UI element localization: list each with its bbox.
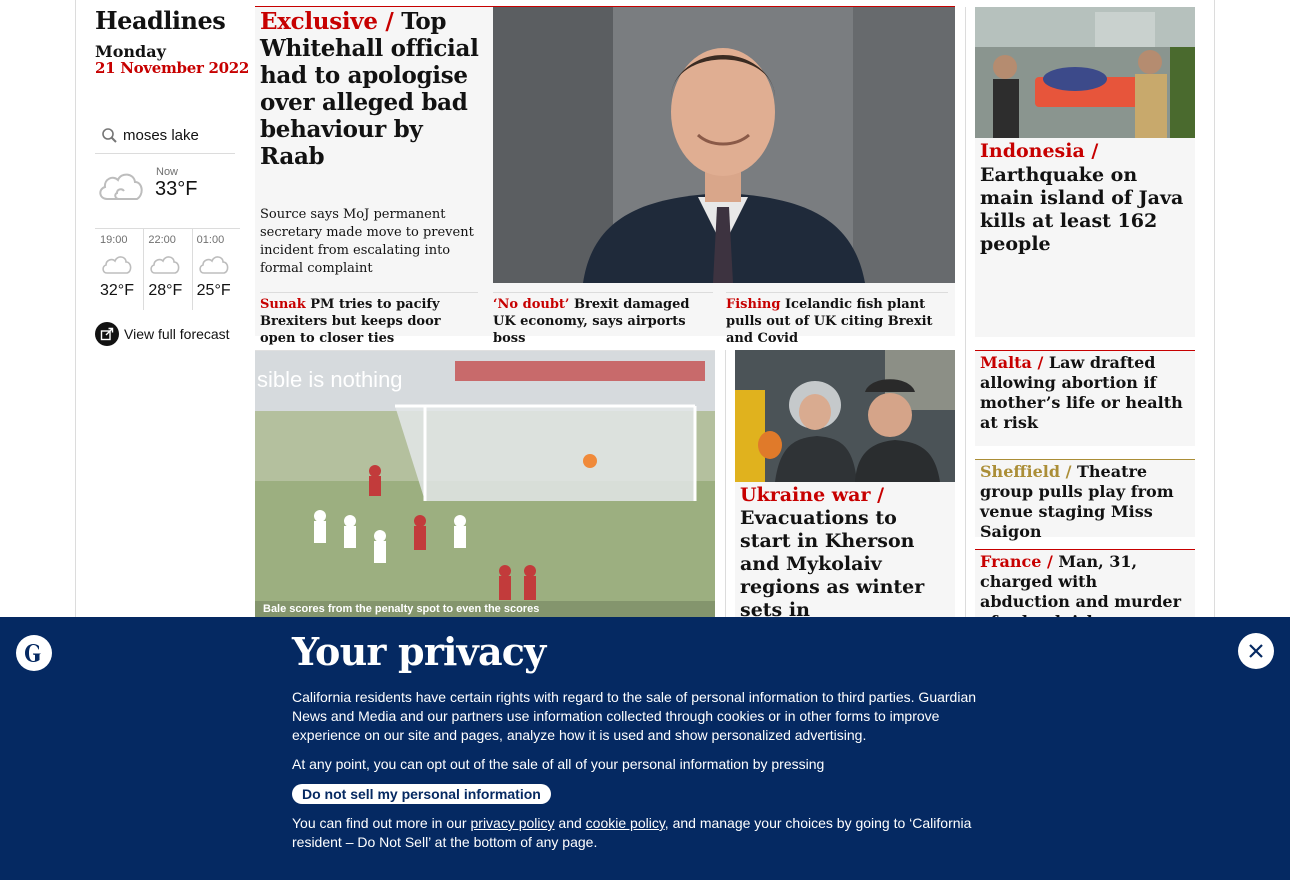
side-story-kicker: Sheffield / [980, 462, 1072, 481]
column-divider [965, 7, 966, 620]
privacy-paragraph: California residents have certain rights… [292, 689, 977, 743]
view-full-forecast-link[interactable]: View full forecast [95, 322, 230, 346]
indonesia-kicker: Indonesia / [980, 140, 1099, 162]
sublink[interactable]: ‘No doubt’ Brexit damaged UK economy, sa… [493, 292, 713, 347]
privacy-text: and [558, 815, 582, 831]
privacy-paragraph: You can find out more in our privacy pol… [292, 814, 992, 852]
column-divider [725, 350, 726, 620]
main-story-kicker: Exclusive / [260, 8, 394, 35]
privacy-body: California residents have certain rights… [292, 688, 992, 862]
side-story-malta[interactable]: Malta / Law drafted allowing abortion if… [975, 350, 1195, 446]
main-story-headline[interactable]: Exclusive / Top Whitehall official had t… [260, 8, 490, 170]
privacy-text: You can find out more in our [292, 815, 467, 831]
ukraine-headline[interactable]: Evacuations to start in Kherson and Myko… [740, 507, 952, 622]
side-story-sheffield[interactable]: Sheffield / Theatre group pulls play fro… [975, 459, 1195, 541]
close-button[interactable] [1238, 633, 1274, 669]
privacy-paragraph: At any point, you can opt out of the sal… [292, 756, 825, 772]
close-icon [1249, 644, 1263, 658]
sublink[interactable]: Sunak PM tries to pacify Brexiters but k… [260, 292, 478, 347]
guardian-logo-icon [16, 635, 52, 671]
forecast-temp: 25°F [196, 282, 231, 299]
forecast-slot: 19:00 32°F [95, 229, 143, 310]
privacy-policy-link[interactable]: privacy policy [471, 815, 555, 831]
view-full-forecast-label: View full forecast [124, 326, 230, 342]
indonesia-story-image[interactable] [975, 7, 1195, 138]
location-input[interactable] [123, 127, 233, 144]
sublink-kicker: ‘No doubt’ [493, 297, 570, 312]
privacy-title: Your privacy [292, 629, 546, 674]
forecast-time: 22:00 [148, 234, 176, 246]
side-story-kicker: Malta / [980, 353, 1044, 372]
indonesia-headline[interactable]: Earthquake on main island of Java kills … [980, 164, 1190, 256]
hourly-forecast: 19:00 32°F 22:00 28°F 01:00 25°F [95, 228, 240, 310]
ukraine-story-image[interactable] [735, 350, 955, 482]
search-icon [100, 126, 120, 146]
forecast-slot: 22:00 28°F [143, 229, 191, 310]
cookie-policy-link[interactable]: cookie policy [586, 815, 665, 831]
now-temperature: 33°F [155, 178, 198, 200]
stadium-banner-text: sible is nothing [257, 367, 403, 392]
weather-location-search [95, 118, 235, 154]
forecast-time: 01:00 [196, 234, 225, 246]
sublink[interactable]: Fishing Icelandic fish plant pulls out o… [726, 292, 948, 347]
sublink-kicker: Sunak [260, 297, 306, 312]
now-label: Now [156, 166, 179, 178]
sublink-kicker: Fishing [726, 297, 781, 312]
main-story-image[interactable] [493, 7, 955, 283]
sport-image-caption: Bale scores from the penalty spot to eve… [263, 603, 540, 615]
side-story-kicker: France / [980, 552, 1053, 571]
cloud-icon [197, 252, 240, 280]
forecast-slot: 01:00 25°F [191, 229, 240, 310]
forecast-time: 19:00 [100, 234, 128, 246]
section-title: Headlines [95, 6, 226, 35]
cloud-icon [148, 252, 191, 280]
main-story-standfirst: Source says MoJ permanent secretary made… [260, 207, 474, 276]
side-story-france[interactable]: France / Man, 31, charged with abduction… [975, 549, 1195, 631]
cloud-icon [95, 165, 147, 209]
forecast-temp: 28°F [148, 282, 183, 299]
ukraine-kicker: Ukraine war / [740, 484, 885, 506]
do-not-sell-button[interactable]: Do not sell my personal information [292, 784, 551, 804]
main-story-sublinks: Sunak PM tries to pacify Brexiters but k… [255, 292, 955, 346]
forecast-temp: 32°F [100, 282, 134, 299]
external-link-icon [95, 322, 119, 346]
sport-story-image[interactable]: sible is nothing [255, 350, 715, 620]
date-full: 21 November 2022 [95, 59, 250, 77]
cloud-icon [100, 252, 143, 280]
privacy-banner: Your privacy California residents have c… [0, 617, 1290, 880]
